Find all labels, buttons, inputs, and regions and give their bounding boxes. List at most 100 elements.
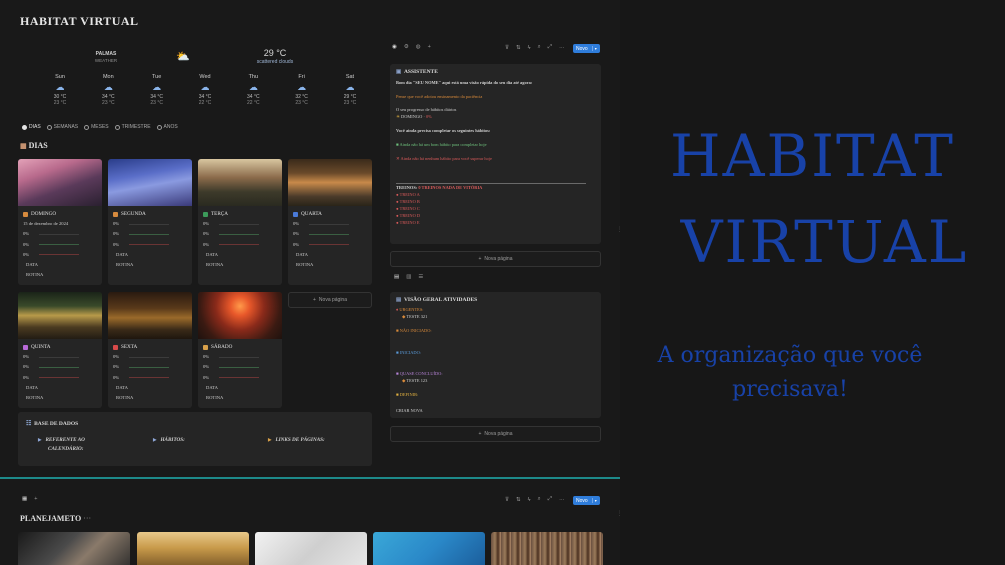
card-title: SEGUNDA bbox=[113, 209, 187, 219]
lightning-icon[interactable]: ϟ bbox=[528, 497, 531, 503]
filter-icon[interactable]: ⊽ bbox=[505, 497, 509, 503]
progress-value: 0% bbox=[113, 231, 120, 237]
day-card-quinta[interactable]: QUINTA 0% 0% 0% DATA ROTINA bbox=[18, 292, 102, 408]
gallery-view-icon[interactable]: ▥ bbox=[406, 274, 411, 280]
progress-row: 0% bbox=[23, 229, 97, 239]
more-icon[interactable]: ··· bbox=[83, 514, 91, 523]
day-card-terca[interactable]: TERÇA 0% 0% 0% DATA ROTINA bbox=[198, 159, 282, 285]
gallery-view-icon[interactable]: ▦ bbox=[22, 496, 27, 502]
board-view-icon[interactable]: ▤ bbox=[394, 274, 399, 280]
card-tag: DATA bbox=[116, 384, 128, 390]
sort-icon[interactable]: ⇅ bbox=[516, 497, 521, 503]
new-entry-button[interactable]: Novo ▾ bbox=[573, 496, 600, 505]
clipboard-icon: ▤ bbox=[396, 297, 402, 303]
search-icon[interactable]: ⌕ bbox=[538, 44, 541, 51]
calendar-icon bbox=[203, 211, 208, 217]
expand-icon[interactable]: ⤢ bbox=[548, 496, 552, 503]
new-page-button[interactable]: + Nova página bbox=[288, 292, 372, 308]
sun-icon: ☀ bbox=[396, 114, 400, 119]
view-icon[interactable]: ◉ bbox=[392, 44, 397, 50]
tab-dias[interactable]: DIAS bbox=[22, 124, 41, 130]
forecast-day: Fri ☁ 32 °C 23 °C bbox=[282, 74, 322, 118]
progress-bar bbox=[39, 356, 80, 358]
progress-bar bbox=[129, 234, 170, 235]
database-heading: ☷ BASE DE DADOS bbox=[26, 420, 78, 427]
tab-label: SEMANAS bbox=[53, 124, 79, 130]
task-item[interactable]: ◆ TESTE 123 bbox=[402, 378, 427, 384]
toggle-label: CALENDÁRIO: bbox=[48, 446, 84, 452]
radio-icon bbox=[156, 124, 162, 130]
bad-habit-msg: ✕ Ainda não há nenhum hábito para você s… bbox=[396, 156, 492, 162]
calendar-icon bbox=[113, 344, 118, 350]
plus-icon[interactable]: + bbox=[34, 496, 37, 502]
filter-icon[interactable]: ⊽ bbox=[505, 45, 509, 51]
toggle-calendario[interactable]: ▶ REFERENTE AO CALENDÁRIO: bbox=[38, 435, 85, 454]
calendar-icon bbox=[203, 344, 208, 350]
sort-icon[interactable]: ⇅ bbox=[516, 45, 521, 51]
new-page-button[interactable]: + Nova página bbox=[390, 426, 601, 442]
treinos-label: TREINOS: bbox=[396, 185, 418, 190]
day-card-sabado[interactable]: SÁBADO 0% 0% 0% DATA ROTINA bbox=[198, 292, 282, 408]
day-card-segunda[interactable]: SEGUNDA 0% 0% 0% DATA ROTINA bbox=[108, 159, 192, 285]
toggle-habitos[interactable]: ▶ HÁBITOS: bbox=[153, 435, 185, 445]
tab-meses[interactable]: MESES bbox=[84, 124, 109, 130]
planning-card-image[interactable] bbox=[491, 532, 603, 565]
promo-panel: HABITAT VIRTUAL A organização que você p… bbox=[620, 0, 1005, 565]
card-cover-image bbox=[288, 159, 372, 206]
tab-trimestre[interactable]: TRIMESTRE bbox=[114, 124, 151, 130]
progress-row: 0% bbox=[203, 240, 277, 250]
card-tag: ROTINA bbox=[206, 395, 224, 401]
treino-label: TREINO B bbox=[399, 199, 420, 204]
progress-row: 0% bbox=[23, 240, 97, 250]
card-tag: ROTINA bbox=[116, 395, 134, 401]
day-card-domingo[interactable]: DOMINGO 15 de dezembro de 2024 0% 0% 0% … bbox=[18, 159, 102, 285]
radio-icon bbox=[46, 124, 52, 130]
card-title: SÁBADO bbox=[203, 342, 277, 352]
planning-card-image[interactable] bbox=[373, 532, 485, 565]
new-page-button[interactable]: + Nova página bbox=[390, 251, 601, 267]
more-icon[interactable]: ··· bbox=[559, 497, 565, 503]
card-tag: ROTINA bbox=[296, 262, 314, 268]
expand-icon[interactable]: ⤢ bbox=[548, 44, 552, 51]
treinos-line: TREINOS: 0 TREINOS NADA DE VITÓRIA bbox=[396, 185, 482, 190]
settings-icon[interactable]: ⚙ bbox=[404, 44, 409, 50]
toggle-links-paginas[interactable]: ▶ LINKS DE PÁGINAS: bbox=[268, 435, 325, 445]
progress-value: 0% bbox=[203, 374, 210, 380]
plus-icon[interactable]: + bbox=[428, 44, 431, 50]
search-icon[interactable]: ⌕ bbox=[538, 496, 541, 503]
chevron-down-icon: ▾ bbox=[591, 46, 597, 51]
list-view-icon[interactable]: ☰ bbox=[418, 274, 423, 280]
forecast-day-name: Fri bbox=[298, 74, 305, 80]
database-icon: ☷ bbox=[26, 421, 32, 427]
create-new-button[interactable]: CRIAR NOVA bbox=[396, 408, 423, 413]
planning-card-image[interactable] bbox=[255, 532, 367, 565]
progress-value: 0% bbox=[425, 114, 432, 119]
task-label: TESTE 321 bbox=[406, 314, 428, 319]
lightning-icon[interactable]: ϟ bbox=[528, 45, 531, 51]
more-icon[interactable]: ··· bbox=[559, 45, 565, 51]
day-card-quarta[interactable]: QUARTA 0% 0% 0% DATA ROTINA bbox=[288, 159, 372, 285]
treino-item: ● TREINO B bbox=[396, 199, 420, 204]
task-item[interactable]: ◆ TESTE 321 bbox=[402, 314, 427, 320]
db-actions: ⊽ ⇅ ϟ ⌕ ⤢ ··· bbox=[505, 496, 572, 503]
card-tag: ROTINA bbox=[26, 395, 44, 401]
progress-row: 0% bbox=[23, 362, 97, 372]
globe-icon[interactable]: ◍ bbox=[416, 44, 421, 50]
tab-label: TRIMESTRE bbox=[121, 124, 151, 130]
planning-card-image[interactable] bbox=[137, 532, 249, 565]
tab-label: DIAS bbox=[29, 124, 41, 130]
planning-card-image[interactable] bbox=[18, 532, 130, 565]
new-entry-button[interactable]: Novo ▾ bbox=[573, 44, 600, 53]
card-title: TERÇA bbox=[203, 209, 277, 219]
card-cover-image bbox=[198, 159, 282, 206]
pin-icon: ◆ bbox=[402, 378, 406, 383]
day-card-sexta[interactable]: SEXTA 0% 0% 0% DATA ROTINA bbox=[108, 292, 192, 408]
card-title-text: SEGUNDA bbox=[121, 211, 146, 217]
card-tag: DATA bbox=[296, 251, 308, 257]
square-icon: ■ bbox=[396, 328, 399, 333]
view-tabs: DIAS SEMANAS MESES TRIMESTRE ANOS bbox=[22, 124, 178, 130]
weather-widget: PALMAS WEATHER ⛅ 29 °C scattered clouds … bbox=[20, 48, 375, 118]
status-urgentes: ♦ URGENTES: bbox=[396, 307, 424, 312]
tab-anos[interactable]: ANOS bbox=[156, 124, 178, 130]
tab-semanas[interactable]: SEMANAS bbox=[46, 124, 79, 130]
